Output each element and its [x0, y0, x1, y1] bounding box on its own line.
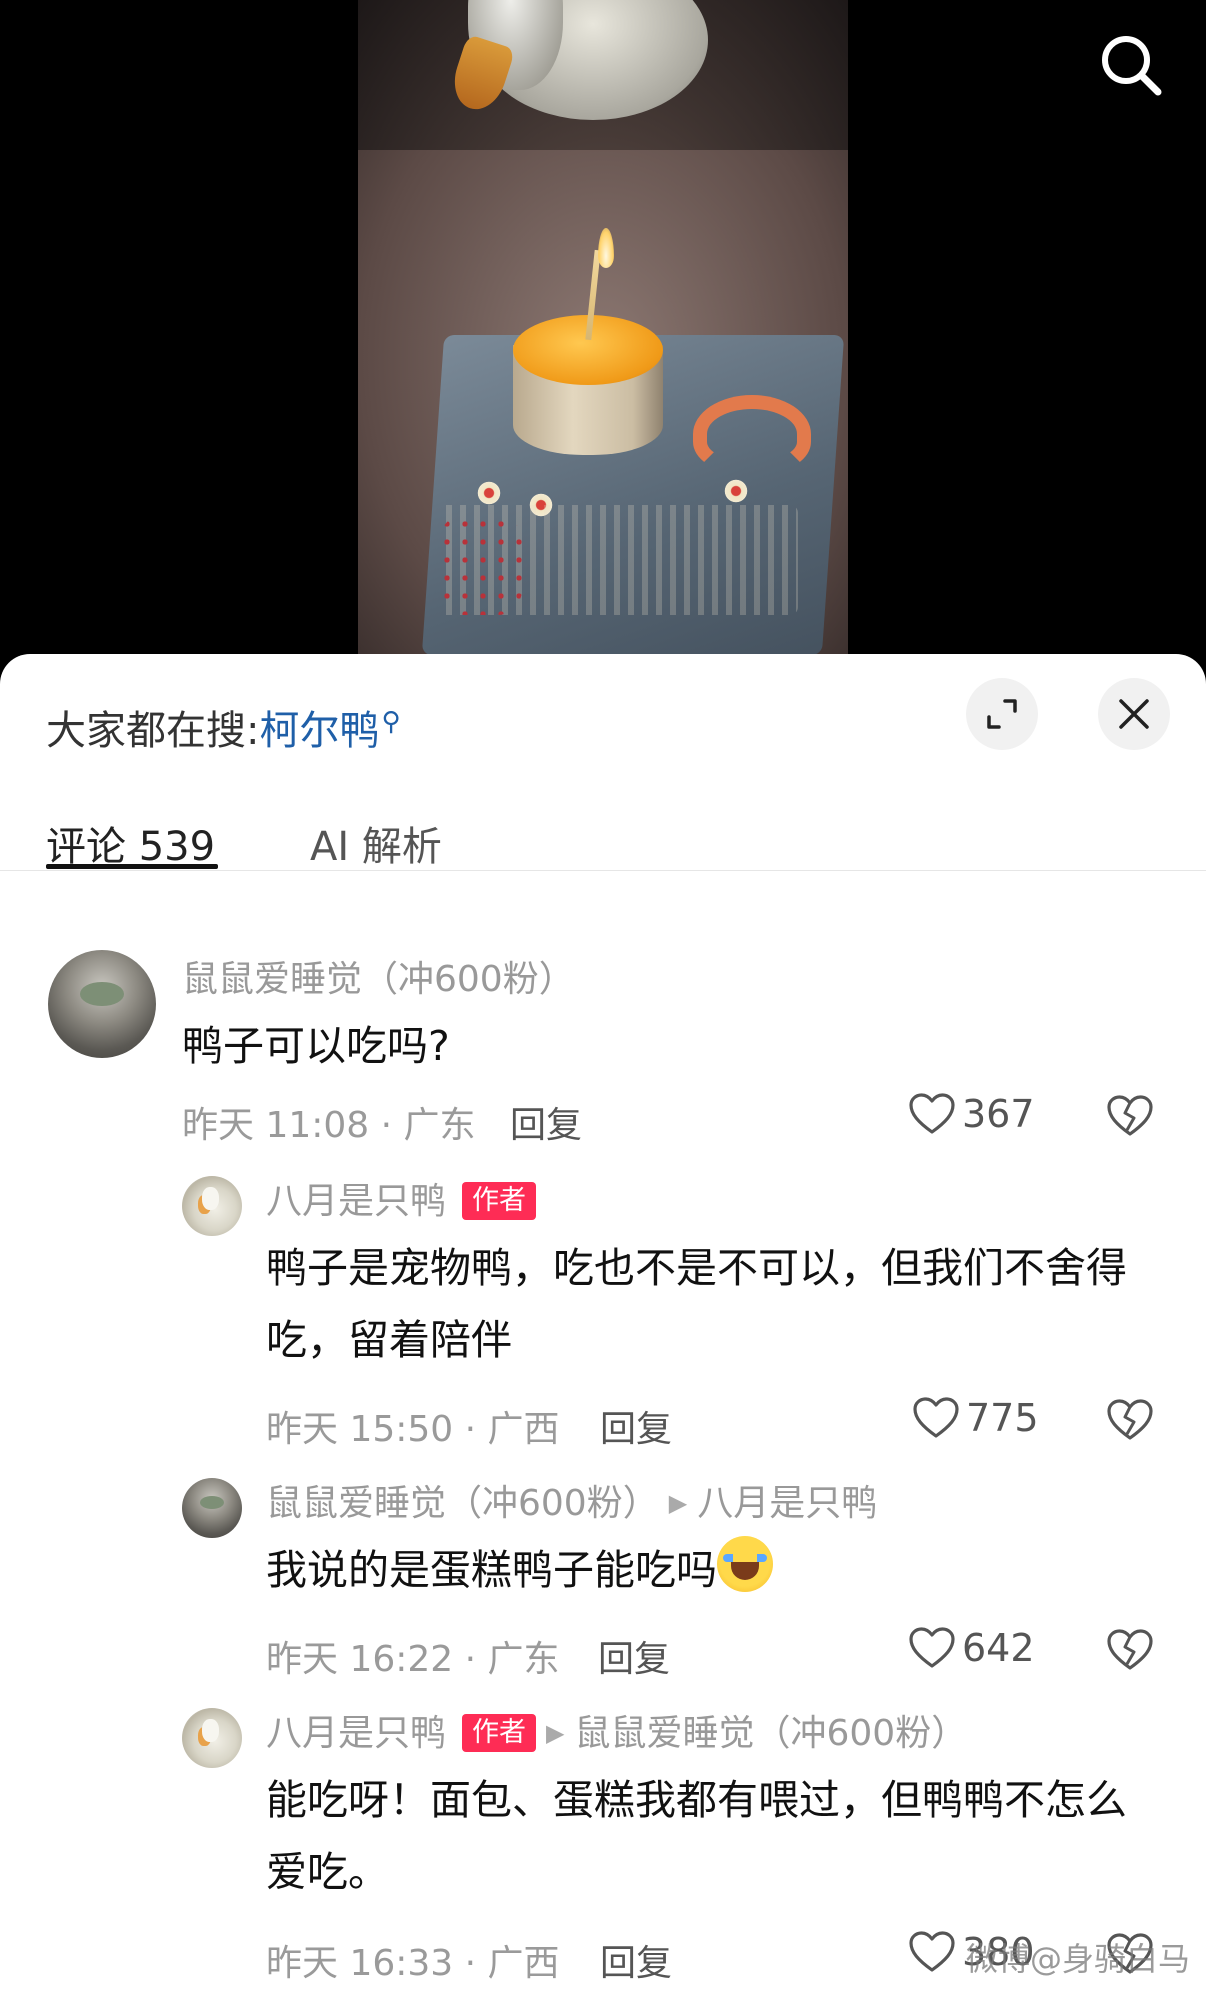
like-count: 367 [962, 1092, 1035, 1136]
reply-arrow-icon: ▶ [546, 1719, 565, 1747]
reply-text: 能吃呀！面包、蛋糕我都有喂过，但鸭鸭不怎么爱吃。 [266, 1776, 1127, 1896]
video-player[interactable] [0, 0, 1206, 670]
heart-icon [909, 1093, 955, 1134]
reply-text: 鸭子是宠物鸭，吃也不是不可以，但我们不舍得吃，留着陪伴 [266, 1244, 1127, 1364]
search-button[interactable] [1096, 30, 1166, 100]
author-badge: 作者 [462, 1714, 537, 1752]
reply-to-username[interactable]: 八月是只鸭 [697, 1483, 877, 1524]
author-badge: 作者 [462, 1182, 537, 1220]
expand-icon [987, 699, 1017, 729]
avatar[interactable] [182, 1176, 242, 1236]
comment-sheet: 大家都在搜:柯尔鸭⚲ 评论 539 AI 解析 鼠鼠爱睡觉（冲600粉） 鸭子可… [0, 654, 1206, 1992]
reply-button[interactable]: 回复 [598, 1630, 670, 1682]
video-duck-beak [446, 33, 516, 117]
reply-username[interactable]: 鼠鼠爱睡觉（冲600粉） [266, 1483, 659, 1524]
dislike-button[interactable] [1106, 1398, 1154, 1446]
reply-to-username[interactable]: 鼠鼠爱睡觉（冲600粉） [574, 1713, 967, 1754]
heart-icon [909, 1627, 955, 1668]
reply-username[interactable]: 八月是只鸭 [266, 1181, 446, 1222]
hot-search-bar[interactable]: 大家都在搜:柯尔鸭⚲ [46, 698, 401, 756]
heart-icon [909, 1931, 955, 1972]
hot-search-keyword[interactable]: 柯尔鸭 [259, 708, 379, 754]
watermark: 微博@身骑白马 [965, 1940, 1190, 1978]
dislike-button[interactable] [1106, 1628, 1154, 1676]
hot-search-prefix: 大家都在搜: [46, 708, 260, 754]
comment-username[interactable]: 鼠鼠爱睡觉（冲600粉） [182, 950, 575, 1002]
small-search-icon: ⚲ [381, 707, 401, 737]
reply-button[interactable]: 回复 [510, 1096, 582, 1148]
video-flower [723, 478, 749, 504]
crying-laughing-emoji-icon [717, 1536, 773, 1592]
heart-icon [913, 1397, 959, 1438]
video-shrimp [693, 395, 811, 473]
broken-heart-icon [1107, 1399, 1153, 1440]
tab-ai-analysis[interactable]: AI 解析 [310, 814, 442, 872]
tab-bar: 评论 539 AI 解析 [0, 804, 1206, 871]
reply-username-line: 八月是只鸭 作者 ▶ 鼠鼠爱睡觉（冲600粉） [266, 1704, 967, 1756]
like-button[interactable]: 367 [908, 1092, 1035, 1136]
avatar[interactable] [182, 1478, 242, 1538]
reply-meta: 昨天 16:33 · 广西 [266, 1943, 560, 1984]
reply-username-line: 鼠鼠爱睡觉（冲600粉） ▶ 八月是只鸭 [266, 1474, 877, 1526]
reply-arrow-icon: ▶ [668, 1489, 688, 1517]
reply-text: 我说的是蛋糕鸭子能吃吗 [266, 1534, 1166, 1606]
reply-meta: 昨天 15:50 · 广西 [266, 1409, 560, 1450]
video-beans [438, 515, 523, 615]
like-count: 642 [962, 1626, 1035, 1670]
like-button[interactable]: 642 [908, 1626, 1035, 1670]
expand-button[interactable] [966, 678, 1038, 750]
comment-text: 鸭子可以吃吗? [182, 1022, 450, 1070]
close-button[interactable] [1098, 678, 1170, 750]
dislike-button[interactable] [1106, 1094, 1154, 1142]
video-flower [476, 480, 502, 506]
reply-meta: 昨天 16:22 · 广东 [266, 1639, 560, 1680]
reply-button[interactable]: 回复 [600, 1934, 672, 1986]
close-icon [1119, 699, 1149, 729]
search-icon [1102, 36, 1162, 96]
reply-username-line: 八月是只鸭 作者 [266, 1172, 537, 1224]
avatar[interactable] [48, 950, 156, 1058]
like-button[interactable]: 775 [912, 1396, 1039, 1440]
like-count: 775 [966, 1396, 1039, 1440]
comment-meta: 昨天 11:08 · 广东 [182, 1105, 476, 1146]
video-frame [358, 0, 848, 670]
broken-heart-icon [1107, 1629, 1153, 1670]
avatar[interactable] [182, 1708, 242, 1768]
reply-button[interactable]: 回复 [600, 1400, 672, 1452]
active-tab-indicator [46, 864, 218, 869]
broken-heart-icon [1107, 1095, 1153, 1136]
reply-text-content: 我说的是蛋糕鸭子能吃吗 [266, 1546, 717, 1594]
reply-username[interactable]: 八月是只鸭 [266, 1713, 446, 1754]
